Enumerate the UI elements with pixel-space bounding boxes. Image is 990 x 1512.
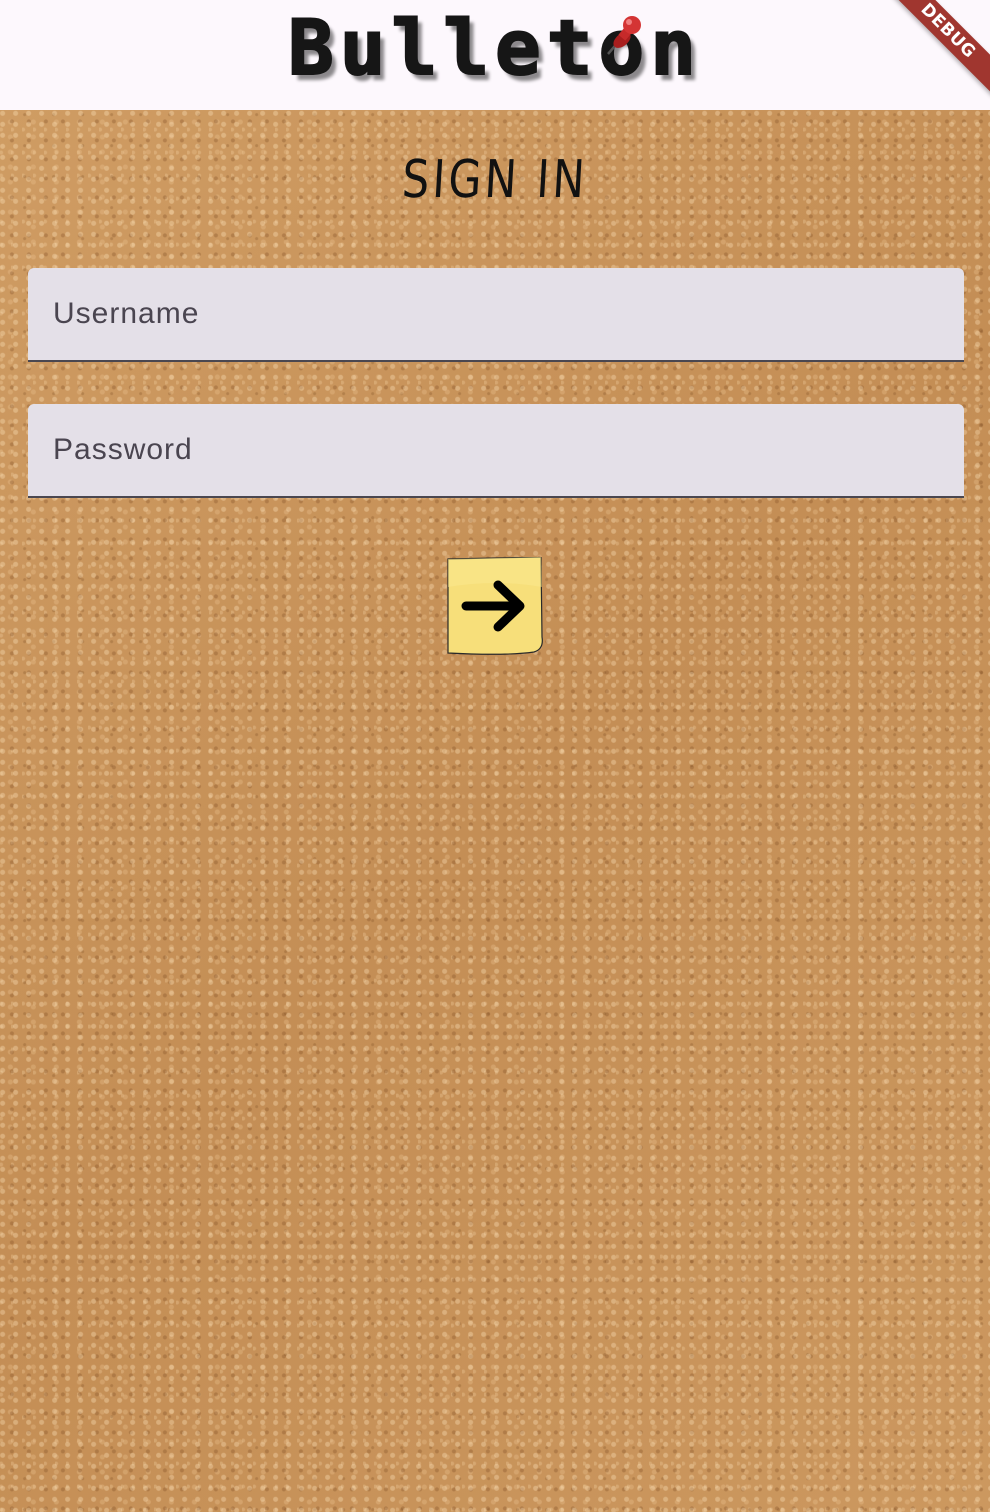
submit-button[interactable] (446, 557, 544, 655)
password-field[interactable] (28, 404, 964, 498)
username-input[interactable] (28, 268, 964, 360)
app-bar: Bulleton DEBUG (0, 0, 990, 110)
username-field[interactable] (28, 268, 964, 362)
pushpin-icon (607, 16, 641, 55)
app-logo: Bulleton (0, 0, 990, 110)
password-input[interactable] (28, 404, 964, 496)
page-title: SIGN IN (400, 150, 590, 210)
